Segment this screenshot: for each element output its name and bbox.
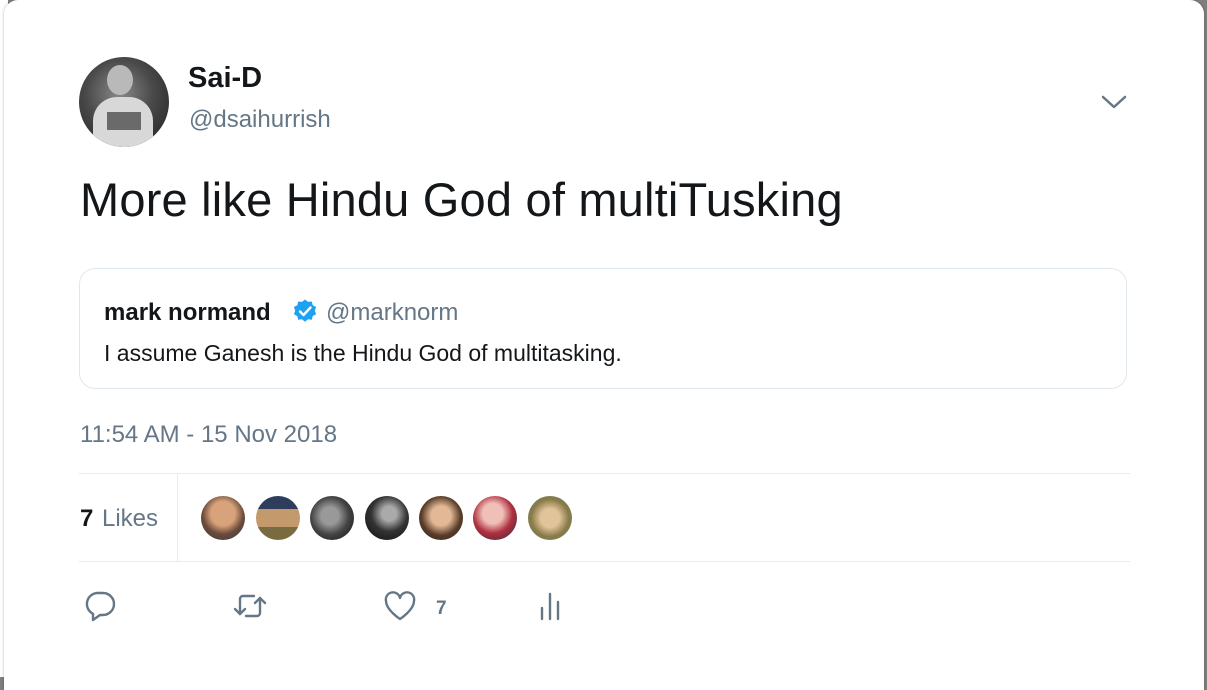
author-display-name[interactable]: Sai-D [188,62,262,95]
tweet-text: More like Hindu God of multiTusking [80,173,843,226]
verified-badge-icon [293,299,317,322]
divider [79,561,1130,562]
quoted-author-handle: @marknorm [326,299,459,326]
reply-icon[interactable] [82,588,118,624]
author-avatar[interactable] [79,57,169,147]
chevron-down-icon[interactable] [1100,92,1128,112]
liker-avatar[interactable] [256,496,300,540]
heart-icon[interactable] [382,588,418,624]
tweet-card: Sai-D @dsaihurrish More like Hindu God o… [4,0,1204,690]
analytics-icon[interactable] [532,588,568,624]
liker-avatar[interactable] [201,496,245,540]
likes-label[interactable]: Likes [102,505,158,533]
divider [177,474,178,562]
quoted-tweet[interactable]: mark normand @marknorm I assume Ganesh i… [79,268,1127,389]
author-handle[interactable]: @dsaihurrish [189,106,331,134]
like-count[interactable]: 7 [436,598,447,620]
divider [79,473,1130,474]
liker-avatar[interactable] [473,496,517,540]
quoted-author-name: mark normand [104,299,271,326]
retweet-icon[interactable] [232,588,268,624]
liker-avatar[interactable] [528,496,572,540]
liker-avatar[interactable] [310,496,354,540]
liker-avatar[interactable] [365,496,409,540]
likes-count[interactable]: 7 [80,505,93,533]
tweet-timestamp[interactable]: 11:54 AM - 15 Nov 2018 [80,421,337,449]
liker-avatar[interactable] [419,496,463,540]
quoted-tweet-text: I assume Ganesh is the Hindu God of mult… [104,340,622,366]
